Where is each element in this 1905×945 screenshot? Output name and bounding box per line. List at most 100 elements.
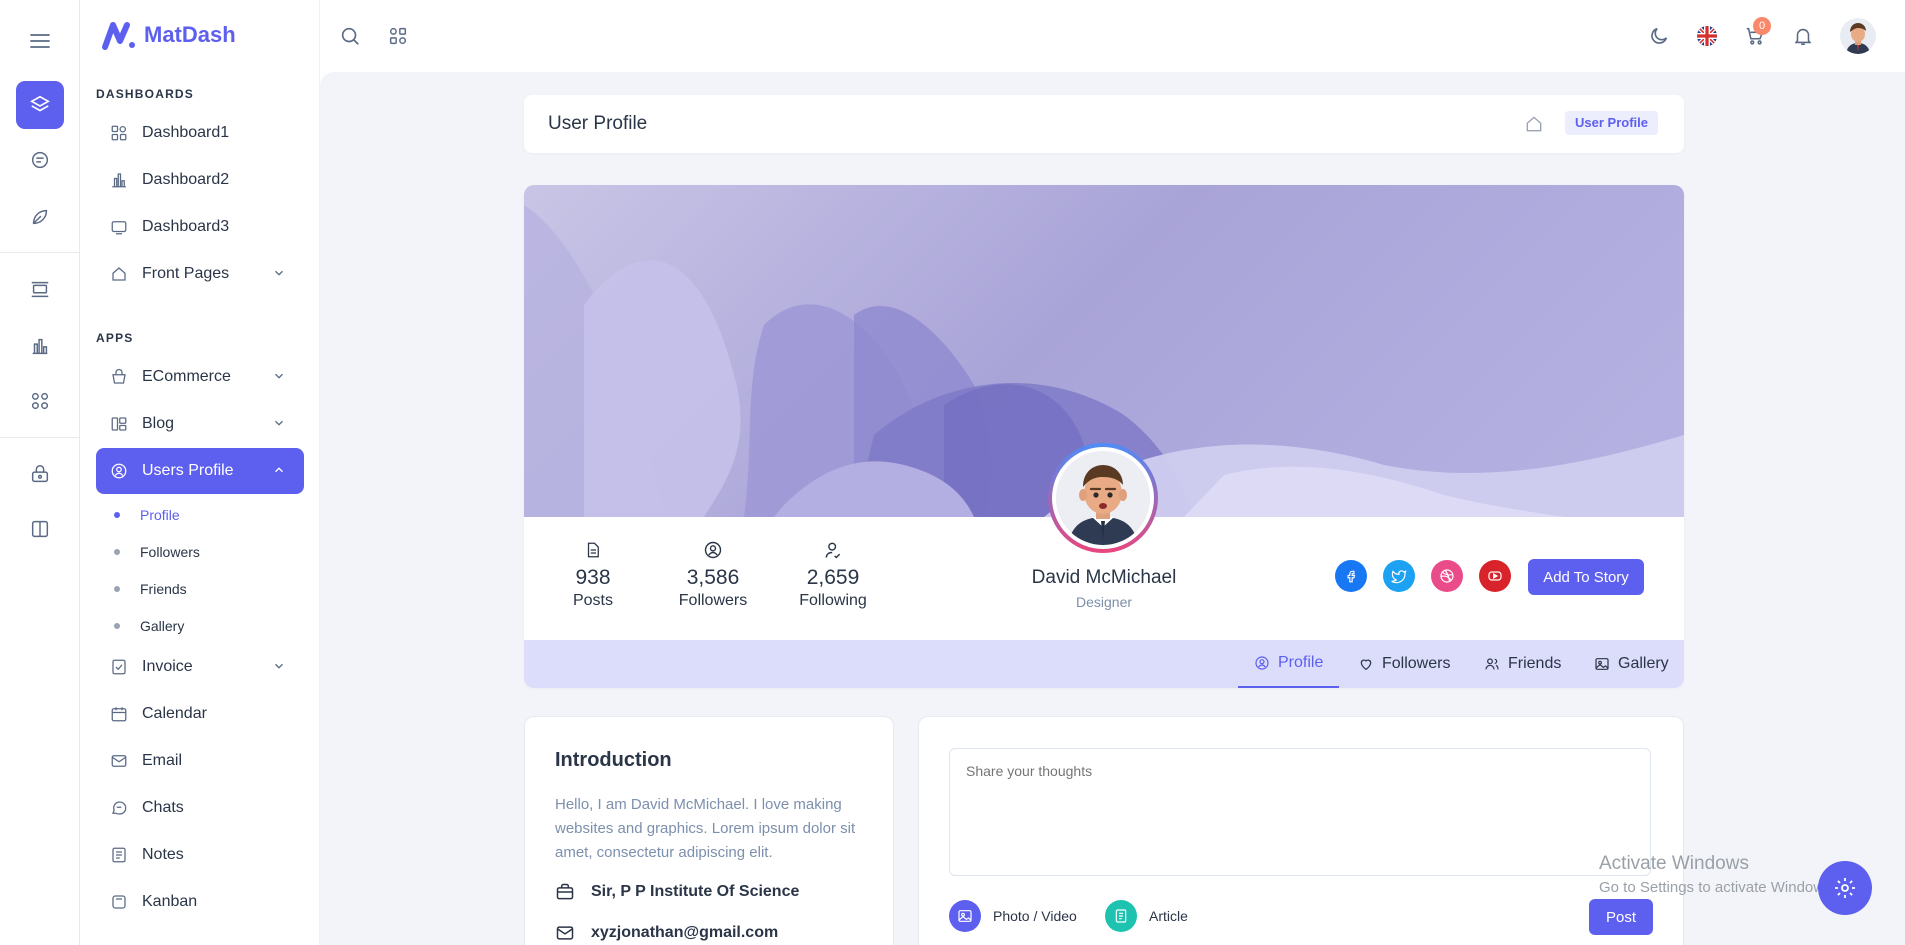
chat-icon[interactable] [16, 136, 64, 184]
image-icon [1595, 658, 1609, 670]
tab-followers[interactable]: Followers [1358, 640, 1450, 688]
apps-icon[interactable] [16, 377, 64, 425]
sidebar-item-label: Notes [142, 846, 184, 863]
tab-friends[interactable]: Friends [1484, 640, 1561, 688]
sidebar-item-blog[interactable]: Blog [96, 401, 304, 447]
sidebar-subitem-friends[interactable]: Friends [110, 574, 300, 604]
sidebar-item-label: Calendar [142, 705, 207, 722]
email-text: xyzjonathan@gmail.com [591, 924, 779, 941]
section-dashboards-caption: DASHBOARDS [96, 87, 195, 101]
user-avatar[interactable] [1840, 18, 1876, 54]
photo-video-label: Photo / Video [993, 908, 1077, 924]
sidebar-item-ecommerce[interactable]: ECommerce [96, 354, 304, 400]
page-title: User Profile [548, 113, 648, 134]
sidebar-item-label: Users Profile [142, 462, 234, 479]
bell-icon[interactable] [1791, 24, 1815, 48]
sidebar-subitem-followers[interactable]: Followers [110, 537, 300, 567]
dribbble-icon[interactable] [1431, 560, 1463, 592]
apps-grid-icon[interactable] [386, 24, 410, 48]
settings-gear-icon[interactable] [1818, 861, 1872, 915]
sidebar-item-dashboard1[interactable]: Dashboard1 [96, 110, 304, 156]
stat-followers: 3,586 Followers [663, 540, 763, 610]
stat-label: Following [799, 592, 867, 609]
leaf-icon[interactable] [16, 193, 64, 241]
hamburger-menu-icon[interactable] [16, 17, 64, 65]
tab-profile[interactable]: Profile [1238, 640, 1340, 688]
user-check-icon [783, 540, 883, 562]
lock-icon[interactable] [16, 450, 64, 498]
sidebar: MatDash DASHBOARDS Dashboard1 Dashboard2… [80, 0, 320, 945]
profile-name: David McMichael [1031, 567, 1177, 588]
sidebar-item-email[interactable]: Email [96, 738, 304, 784]
chevron-down-icon [272, 416, 286, 435]
stat-value: 3,586 [686, 566, 740, 589]
rail-divider [0, 437, 80, 438]
tab-gallery[interactable]: Gallery [1594, 640, 1669, 688]
post-button[interactable]: Post [1589, 899, 1653, 935]
sidebar-subitem-profile[interactable]: Profile [110, 500, 300, 530]
split-icon[interactable] [16, 505, 64, 553]
breadcrumb: User Profile User Profile [524, 95, 1684, 153]
moon-icon[interactable] [1647, 24, 1671, 48]
sidebar-item-label: Dashboard1 [142, 124, 230, 141]
article-action[interactable]: Article [1105, 900, 1188, 932]
sidebar-item-invoice[interactable]: Invoice [96, 644, 304, 690]
facebook-icon[interactable] [1335, 560, 1367, 592]
tab-label: Profile [1278, 654, 1324, 671]
search-icon[interactable] [338, 24, 362, 48]
sidebar-item-dashboard3[interactable]: Dashboard3 [96, 204, 304, 250]
sidebar-subitem-label: Followers [140, 544, 200, 560]
briefcase-icon [556, 883, 574, 900]
windows-activation-watermark: Activate Windows Go to Settings to activ… [1599, 853, 1836, 896]
sidebar-item-label: Front Pages [142, 265, 230, 282]
stat-following: 2,659 Following [783, 540, 883, 610]
bar-chart-icon [110, 171, 128, 189]
chart-icon[interactable] [16, 322, 64, 370]
profile-tabs: Profile Followers Friends Gallery [524, 640, 1684, 688]
bullet-dot-icon [114, 586, 120, 592]
bullet-dot-icon [114, 623, 120, 629]
sidebar-subitem-label: Profile [140, 507, 180, 523]
sidebar-item-label: Kanban [142, 893, 198, 910]
profile-card: 938 Posts 3,586 Followers 2,659 Followin… [524, 185, 1684, 688]
chevron-down-icon [272, 369, 286, 388]
tab-label: Gallery [1618, 655, 1669, 672]
sidebar-item-calendar[interactable]: Calendar [96, 691, 304, 737]
profile-avatar[interactable] [1048, 443, 1158, 553]
sidebar-item-notes[interactable]: Notes [96, 832, 304, 878]
image-icon [949, 900, 981, 932]
email-row: xyzjonathan@gmail.com [555, 923, 778, 943]
institute-row: Sir, P P Institute Of Science [555, 882, 799, 902]
institute-text: Sir, P P Institute Of Science [591, 883, 800, 900]
chevron-up-icon [272, 463, 286, 482]
mail-icon [556, 926, 574, 940]
photo-video-action[interactable]: Photo / Video [949, 900, 1077, 932]
share-thoughts-input[interactable] [949, 748, 1651, 876]
youtube-icon[interactable] [1479, 560, 1511, 592]
twitter-icon[interactable] [1383, 560, 1415, 592]
kanban-icon [110, 893, 128, 911]
logo[interactable]: MatDash [102, 20, 236, 50]
sidebar-item-chats[interactable]: Chats [96, 785, 304, 831]
app-name: MatDash [144, 22, 236, 47]
section-apps-caption: APPS [96, 331, 134, 345]
sidebar-item-dashboard2[interactable]: Dashboard2 [96, 157, 304, 203]
avatar-image [1056, 451, 1150, 545]
apps-icon [110, 124, 128, 142]
sidebar-item-label: Blog [142, 415, 175, 432]
sidebar-item-front-pages[interactable]: Front Pages [96, 251, 304, 297]
sidebar-item-kanban[interactable]: Kanban [96, 879, 304, 925]
home-icon [110, 265, 128, 283]
layout-icon[interactable] [16, 266, 64, 314]
uk-flag-icon[interactable] [1695, 24, 1719, 48]
sidebar-item-users-profile[interactable]: Users Profile [96, 448, 304, 494]
invoice-icon [110, 658, 128, 676]
stat-label: Followers [678, 592, 748, 609]
home-icon[interactable] [1524, 114, 1544, 134]
introduction-title: Introduction [555, 749, 672, 771]
sidebar-subitem-gallery[interactable]: Gallery [110, 611, 300, 641]
layers-icon[interactable] [16, 81, 64, 129]
basket-icon [110, 368, 128, 386]
add-to-story-button[interactable]: Add To Story [1528, 559, 1644, 595]
article-icon [1105, 900, 1137, 932]
